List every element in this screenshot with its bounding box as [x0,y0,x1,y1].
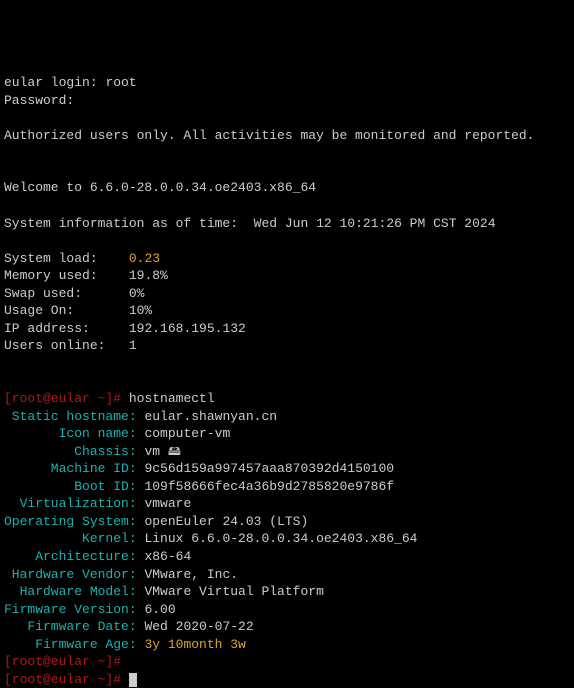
welcome-message: Welcome to 6.6.0-28.0.0.34.oe2403.x86_64 [4,180,316,195]
chassis-label: Chassis: [4,444,137,459]
swap-used-value: 0% [129,286,145,301]
firmware-date-value: Wed 2020-07-22 [144,619,253,634]
hardware-vendor-value: VMware, Inc. [144,567,238,582]
firmware-version-label: Firmware Version: [4,602,137,617]
machine-id-value: 9c56d159a997457aaa870392d4150100 [144,461,394,476]
ip-address-value: 192.168.195.132 [129,321,246,336]
firmware-version-value: 6.00 [144,602,175,617]
architecture-label: Architecture: [4,549,137,564]
virtualization-label: Virtualization: [4,496,137,511]
swap-used-label: Swap used: [4,286,82,301]
icon-name-label: Icon name: [4,426,137,441]
auth-message: Authorized users only. All activities ma… [4,128,535,143]
memory-used-label: Memory used: [4,268,98,283]
firmware-age-label: Firmware Age: [4,637,137,652]
shell-prompt[interactable]: [root@eular ~]# [4,391,121,406]
login-username: root [105,75,136,90]
operating-system-value: openEuler 24.03 (LTS) [144,514,308,529]
usage-on-value: 10% [129,303,152,318]
login-prompt: eular login: [4,75,98,90]
sysinfo-header: System information as of time: [4,216,238,231]
usage-on-label: Usage On: [4,303,74,318]
boot-id-value: 109f58666fec4a36b9d2785820e9786f [144,479,394,494]
cursor-icon [129,673,137,687]
architecture-value: x86-64 [144,549,191,564]
memory-used-value: 19.8% [129,268,168,283]
shell-prompt[interactable]: [root@eular ~]# [4,654,121,669]
boot-id-label: Boot ID: [4,479,137,494]
static-hostname-label: Static hostname: [4,409,137,424]
kernel-value: Linux 6.6.0-28.0.0.34.oe2403.x86_64 [144,531,417,546]
firmware-date-label: Firmware Date: [4,619,137,634]
sysinfo-time: Wed Jun 12 10:21:26 PM CST 2024 [254,216,496,231]
password-label: Password: [4,93,74,108]
system-load-label: System load: [4,251,98,266]
firmware-age-value: 3y 10month 3w [144,637,245,652]
machine-id-label: Machine ID: [4,461,137,476]
command-text: hostnamectl [129,391,215,406]
ip-address-label: IP address: [4,321,90,336]
shell-prompt[interactable]: [root@eular ~]# [4,672,121,687]
chassis-value: vm 🖴 [144,444,181,459]
virtualization-value: vmware [144,496,191,511]
hardware-model-label: Hardware Model: [4,584,137,599]
hardware-vendor-label: Hardware Vendor: [4,567,137,582]
users-online-label: Users online: [4,338,105,353]
operating-system-label: Operating System: [4,514,137,529]
static-hostname-value: eular.shawnyan.cn [144,409,277,424]
system-load-value: 0.23 [129,251,160,266]
icon-name-value: computer-vm [144,426,230,441]
hardware-model-value: VMware Virtual Platform [144,584,323,599]
users-online-value: 1 [129,338,137,353]
kernel-label: Kernel: [4,531,137,546]
